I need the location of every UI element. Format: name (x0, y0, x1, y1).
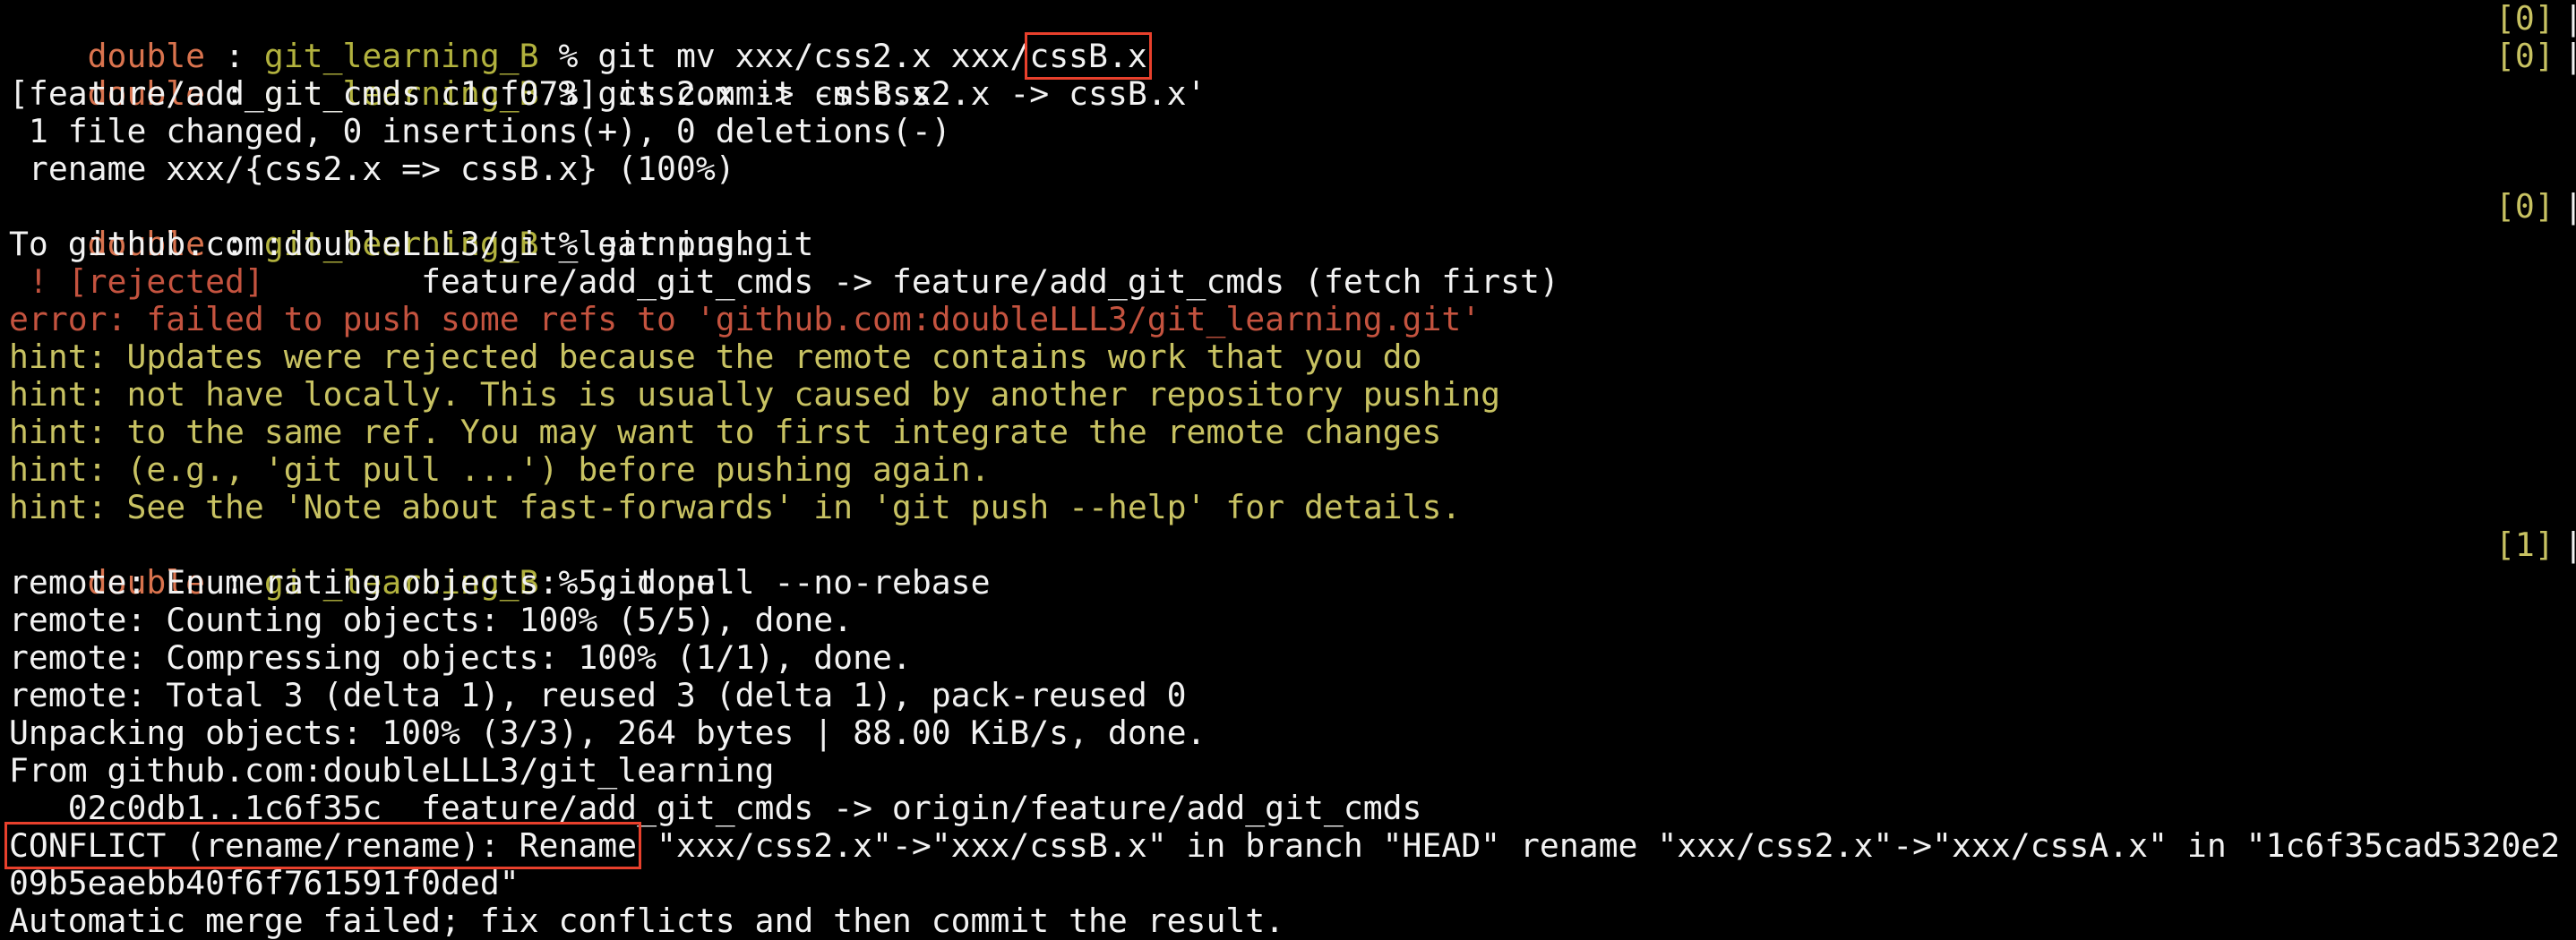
exit-status: [1] (2495, 526, 2555, 564)
output-line: [feature/add_git_cmds c1cf073] css2.x ->… (9, 74, 932, 113)
exit-status: [0] (2495, 37, 2555, 75)
output-line: Automatic merge failed; fix conflicts an… (9, 902, 1285, 940)
right-edge-marker: | (2563, 526, 2576, 564)
right-edge-marker: | (2563, 37, 2576, 75)
exit-status: [0] (2495, 0, 2555, 38)
right-edge-marker: | (2563, 0, 2576, 38)
hint-line: hint: Updates were rejected because the … (9, 338, 1422, 376)
terminal-line-git-push: double : git_learning_B % git push [0] | (0, 187, 2576, 263)
output-line: To github.com:doubleLLL3/git_learning.gi… (9, 225, 814, 263)
terminal-line-git-mv: double : git_learning_B % git mv xxx/css… (0, 0, 2576, 80)
rejected-label: ! [rejected] (9, 262, 264, 301)
exit-status: [0] (2495, 187, 2555, 226)
terminal-window[interactable]: double : git_learning_B % git mv xxx/css… (0, 0, 2576, 940)
output-line: remote: Total 3 (delta 1), reused 3 (del… (9, 676, 1187, 714)
output-line: remote: Compressing objects: 100% (1/1),… (9, 638, 912, 677)
output-line: From github.com:doubleLLL3/git_learning (9, 751, 775, 790)
error-line: error: failed to push some refs to 'gith… (9, 300, 1481, 338)
hint-line: hint: not have locally. This is usually … (9, 375, 1501, 414)
output-line-rejected: ! [rejected] feature/add_git_cmds -> fea… (0, 263, 2576, 301)
output-line: Unpacking objects: 100% (3/3), 264 bytes… (9, 714, 1206, 752)
conflict-label: CONFLICT (rename/rename): Rename (4, 822, 642, 869)
right-edge-marker: | (2563, 187, 2576, 226)
terminal-line-git-commit: double : git_learning_B % git commit -m'… (0, 37, 2576, 113)
output-line: 1 file changed, 0 insertions(+), 0 delet… (9, 112, 951, 150)
conflict-line: CONFLICT (rename/rename): Rename "xxx/cs… (0, 822, 2576, 869)
hint-line: hint: to the same ref. You may want to f… (9, 413, 1442, 451)
output-line: 02c0db1..1c6f35c feature/add_git_cmds ->… (9, 789, 1422, 827)
output-line: remote: Enumerating objects: 5, done. (9, 563, 735, 602)
conflict-detail: "xxx/css2.x"->"xxx/cssB.x" in branch "HE… (637, 826, 2561, 865)
output-line: remote: Counting objects: 100% (5/5), do… (9, 601, 854, 639)
rejected-detail: feature/add_git_cmds -> feature/add_git_… (263, 262, 1559, 301)
hint-line: hint: See the 'Note about fast-forwards'… (9, 488, 1462, 526)
output-line: rename xxx/{css2.x => cssB.x} (100%) (9, 150, 735, 188)
output-line: 09b5eaebb40f6f761591f0ded" (9, 864, 519, 902)
terminal-line-git-pull: double : git_learning_B % git pull --no-… (0, 526, 2576, 602)
hint-line: hint: (e.g., 'git pull ...') before push… (9, 450, 991, 489)
